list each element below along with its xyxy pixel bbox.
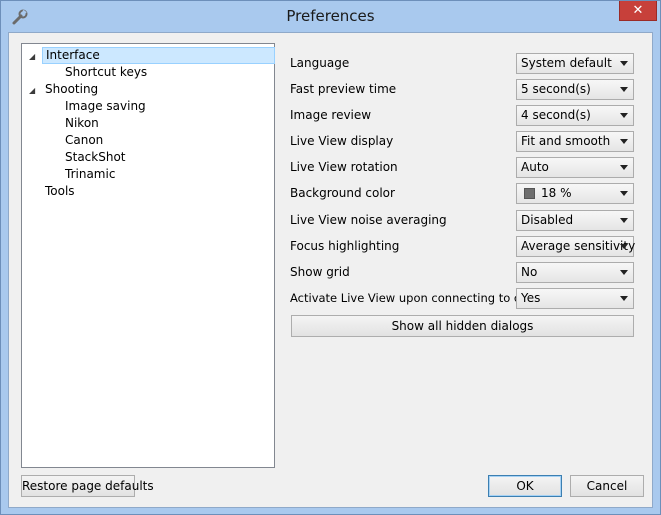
live-view-display-select[interactable]: Fit and smooth	[516, 131, 634, 152]
language-label: Language	[290, 56, 350, 70]
combo-value: Average sensitivity	[521, 239, 636, 253]
cancel-button[interactable]: Cancel	[570, 475, 644, 497]
live-view-rotation-select[interactable]: Auto	[516, 157, 634, 178]
title-bar[interactable]: Preferences ✕	[1, 1, 660, 33]
chevron-down-icon	[620, 296, 628, 301]
fast-preview-time-label: Fast preview time	[290, 82, 397, 96]
focus-highlighting-select[interactable]: Average sensitivity	[516, 236, 636, 257]
live-view-rotation-label: Live View rotation	[290, 160, 398, 174]
tree-item-shortcut-keys[interactable]: Shortcut keys	[62, 64, 150, 81]
preferences-window: Preferences ✕ ◢ Interface Shortcut keys …	[0, 0, 661, 515]
restore-defaults-button[interactable]: Restore page defaults	[21, 475, 154, 497]
combo-value: 18 %	[541, 186, 572, 200]
category-tree[interactable]: ◢ Interface Shortcut keys ◢ Shooting Ima…	[21, 43, 275, 468]
combo-value: Yes	[521, 291, 541, 305]
tree-item-stackshot[interactable]: StackShot	[62, 149, 129, 166]
combo-value: 4 second(s)	[521, 108, 591, 122]
combo-value: Auto	[521, 160, 549, 174]
close-button[interactable]: ✕	[619, 1, 657, 21]
noise-averaging-label: Live View noise averaging	[290, 213, 447, 227]
dialog-body: ◢ Interface Shortcut keys ◢ Shooting Ima…	[8, 32, 653, 508]
activate-live-view-select[interactable]: Yes	[516, 288, 634, 309]
image-review-label: Image review	[290, 108, 372, 122]
combo-value: Disabled	[521, 213, 574, 227]
chevron-down-icon	[620, 191, 628, 196]
chevron-down-icon	[620, 61, 628, 66]
language-select[interactable]: System default	[516, 53, 634, 74]
ok-button[interactable]: OK	[488, 475, 562, 497]
show-grid-select[interactable]: No	[516, 262, 634, 283]
background-color-select[interactable]: 18 %	[516, 183, 634, 204]
window-title: Preferences	[286, 7, 375, 25]
tree-item-trinamic[interactable]: Trinamic	[62, 166, 118, 183]
tree-item-interface[interactable]: Interface	[42, 47, 275, 64]
show-grid-label: Show grid	[290, 265, 350, 279]
combo-value: System default	[521, 56, 612, 70]
tree-item-nikon[interactable]: Nikon	[62, 115, 102, 132]
chevron-down-icon	[620, 87, 628, 92]
chevron-down-icon	[620, 218, 628, 223]
close-icon: ✕	[632, 3, 644, 18]
tree-item-image-saving[interactable]: Image saving	[62, 98, 149, 115]
show-hidden-dialogs-button[interactable]: Show all hidden dialogs	[291, 315, 634, 337]
chevron-down-icon	[620, 244, 628, 249]
tree-item-canon[interactable]: Canon	[62, 132, 106, 149]
expanded-arrow-icon[interactable]: ◢	[29, 82, 35, 99]
color-swatch	[524, 188, 535, 199]
chevron-down-icon	[620, 270, 628, 275]
chevron-down-icon	[620, 139, 628, 144]
fast-preview-time-select[interactable]: 5 second(s)	[516, 79, 634, 100]
chevron-down-icon	[620, 165, 628, 170]
combo-value: No	[521, 265, 538, 279]
combo-value: 5 second(s)	[521, 82, 591, 96]
live-view-display-label: Live View display	[290, 134, 394, 148]
tree-item-tools[interactable]: Tools	[42, 183, 78, 200]
noise-averaging-select[interactable]: Disabled	[516, 210, 634, 231]
tree-item-shooting[interactable]: Shooting	[42, 81, 101, 98]
image-review-select[interactable]: 4 second(s)	[516, 105, 634, 126]
focus-highlighting-label: Focus highlighting	[290, 239, 400, 253]
chevron-down-icon	[620, 113, 628, 118]
expanded-arrow-icon[interactable]: ◢	[29, 48, 35, 65]
combo-value: Fit and smooth	[521, 134, 611, 148]
background-color-label: Background color	[290, 186, 395, 200]
